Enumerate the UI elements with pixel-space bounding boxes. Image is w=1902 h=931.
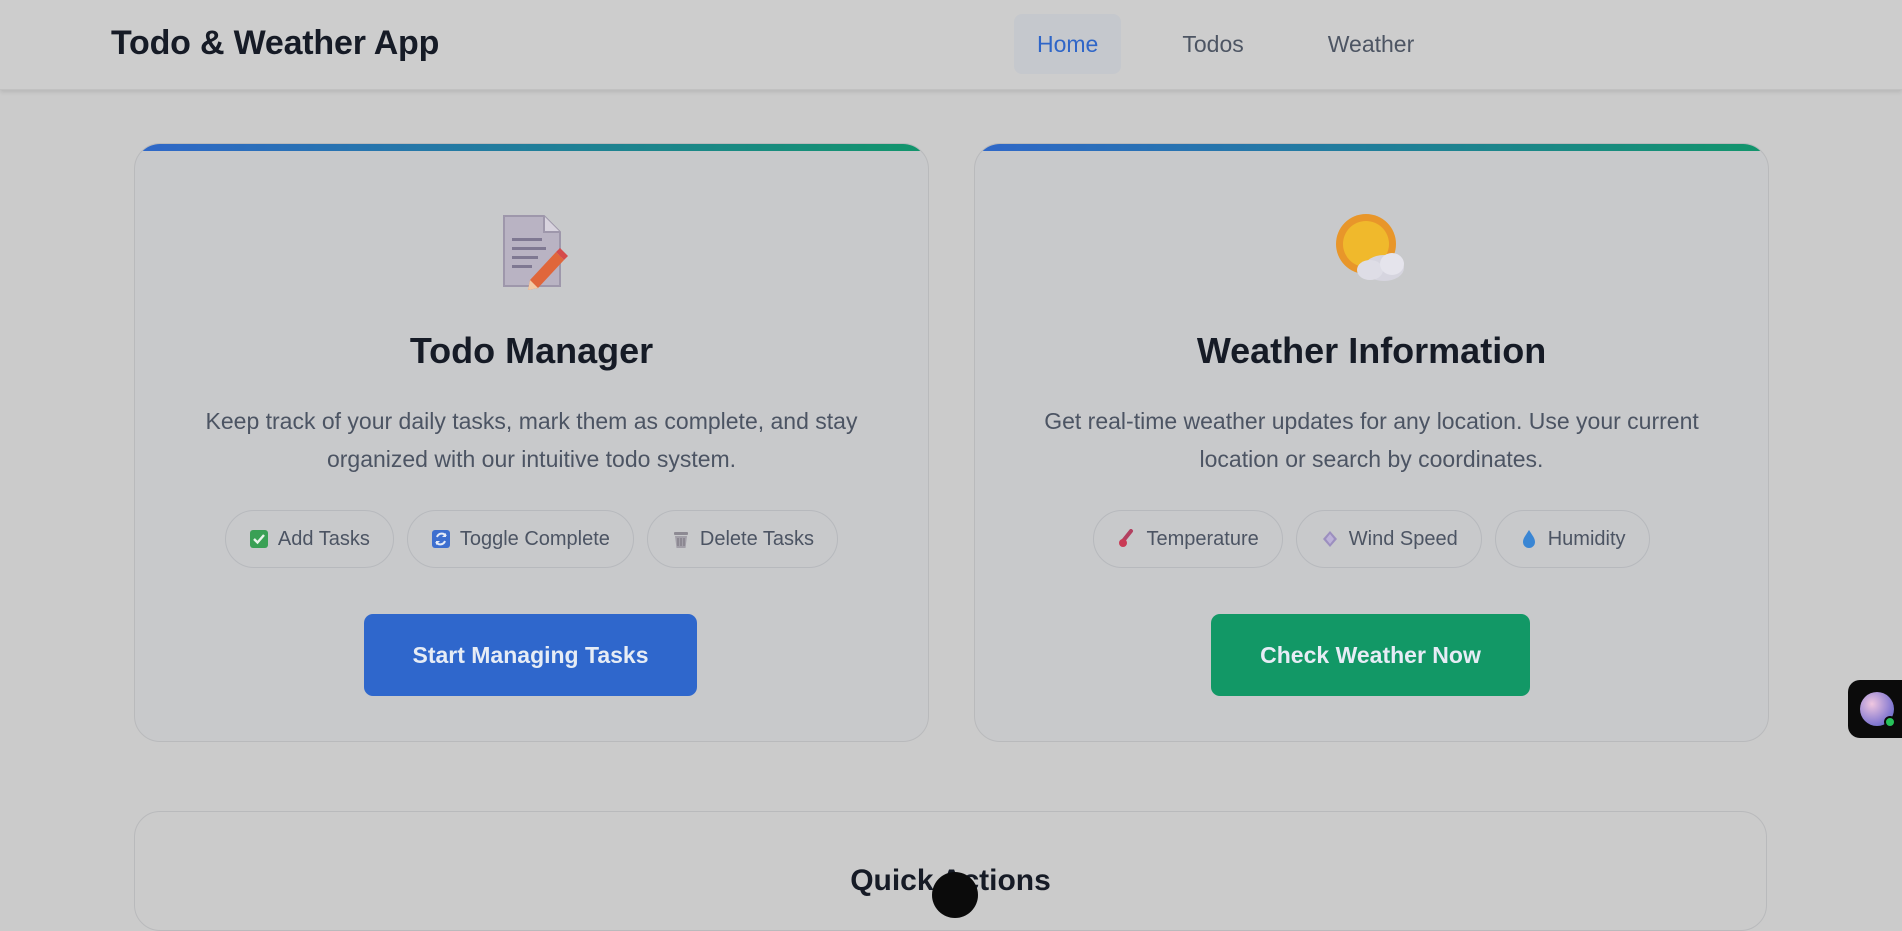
check-box-icon xyxy=(249,529,269,549)
chip-label: Toggle Complete xyxy=(459,527,610,550)
thermometer-icon xyxy=(1117,529,1137,549)
chip-wind-speed: Wind Speed xyxy=(1295,510,1482,568)
weather-feature-chips: Temperature Wind Speed Humidity xyxy=(975,510,1768,568)
chip-humidity: Humidity xyxy=(1494,510,1650,568)
todo-card: Todo Manager Keep track of your daily ta… xyxy=(134,143,929,742)
chip-label: Wind Speed xyxy=(1348,527,1458,550)
weather-card-description: Get real-time weather updates for any lo… xyxy=(1044,408,1699,472)
memo-icon xyxy=(490,208,574,292)
app-title: Todo & Weather App xyxy=(111,24,440,62)
nav-weather[interactable]: Weather xyxy=(1305,14,1438,74)
chip-add-tasks: Add Tasks xyxy=(224,510,394,568)
droplet-icon xyxy=(1519,529,1539,549)
nav-todos[interactable]: Todos xyxy=(1159,14,1266,74)
todo-card-title: Todo Manager xyxy=(409,330,654,371)
chip-label: Add Tasks xyxy=(277,527,370,550)
start-managing-tasks-button[interactable]: Start Managing Tasks xyxy=(364,614,697,696)
wind-icon xyxy=(1320,529,1340,549)
todo-card-description: Keep track of your daily tasks, mark the… xyxy=(205,408,858,472)
weather-card-title: Weather Information xyxy=(1196,330,1547,371)
chip-label: Temperature xyxy=(1146,527,1259,550)
chip-delete-tasks: Delete Tasks xyxy=(646,510,839,568)
assistant-widget-button[interactable] xyxy=(1848,680,1902,738)
refresh-icon xyxy=(431,529,451,549)
chip-temperature: Temperature xyxy=(1093,510,1283,568)
main-nav: Home Todos Weather xyxy=(1014,14,1437,74)
floating-badge-icon[interactable] xyxy=(932,872,978,918)
wastebasket-icon xyxy=(671,529,691,549)
chip-label: Delete Tasks xyxy=(699,527,815,550)
top-header: Todo & Weather App Home Todos Weather xyxy=(0,0,1902,90)
weather-card: Weather Information Get real-time weathe… xyxy=(974,143,1769,742)
chip-toggle-complete: Toggle Complete xyxy=(406,510,634,568)
online-status-dot xyxy=(1884,716,1896,728)
todo-feature-chips: Add Tasks Toggle Complete Delete Tasks xyxy=(135,510,928,568)
nav-home[interactable]: Home xyxy=(1014,14,1122,74)
check-weather-now-button[interactable]: Check Weather Now xyxy=(1211,614,1530,696)
chip-label: Humidity xyxy=(1547,527,1626,550)
sun-behind-cloud-icon xyxy=(1330,208,1414,292)
